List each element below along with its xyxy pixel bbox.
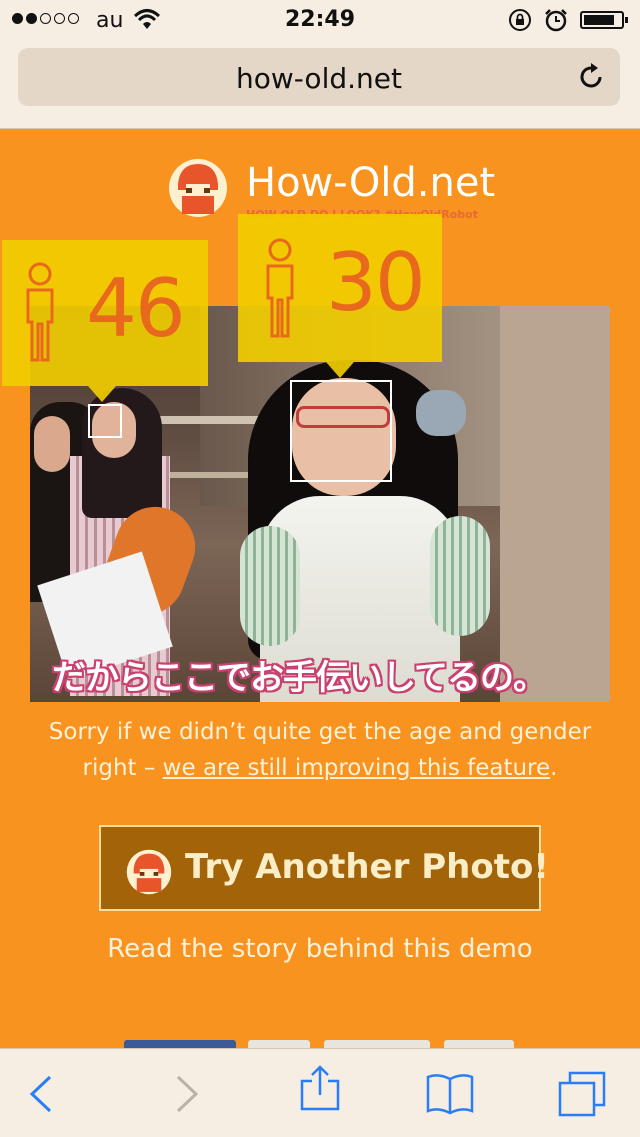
alarm-icon bbox=[545, 9, 567, 32]
browser-toolbar bbox=[0, 1048, 640, 1137]
age-value-1: 46 bbox=[86, 262, 186, 355]
battery-icon bbox=[580, 11, 628, 29]
male-person-icon bbox=[266, 238, 294, 338]
share-icon[interactable] bbox=[294, 1065, 346, 1111]
face-box-1 bbox=[88, 404, 122, 438]
reload-icon[interactable] bbox=[576, 62, 606, 92]
face-box-2 bbox=[290, 380, 392, 482]
status-bar: au 22:49 bbox=[0, 0, 640, 40]
age-bubble-1: 46 bbox=[2, 240, 208, 402]
address-bar[interactable]: how-old.net bbox=[18, 48, 620, 106]
accuracy-notice: Sorry if we didn’t quite get the age and… bbox=[40, 714, 600, 786]
robot-logo-icon bbox=[169, 159, 227, 217]
forward-icon[interactable] bbox=[158, 1071, 210, 1117]
try-another-photo-button[interactable]: Try Another Photo! bbox=[99, 825, 549, 911]
tabs-icon[interactable] bbox=[556, 1071, 608, 1117]
notice-suffix: . bbox=[550, 755, 558, 781]
back-icon[interactable] bbox=[18, 1071, 70, 1117]
read-story-link[interactable]: Read the story behind this demo bbox=[0, 934, 640, 964]
bookmarks-icon[interactable] bbox=[424, 1071, 476, 1117]
browser-address-area: how-old.net bbox=[0, 40, 640, 129]
age-bubble-2: 30 bbox=[238, 214, 442, 378]
improving-feature-link[interactable]: we are still improving this feature bbox=[163, 755, 551, 781]
photo-caption: だからここでお手伝いしてるの。 bbox=[52, 658, 547, 698]
rotation-lock-icon bbox=[509, 9, 531, 31]
brand-title: How-Old.net bbox=[246, 160, 496, 206]
try-another-photo-label: Try Another Photo! bbox=[185, 847, 549, 887]
male-person-icon bbox=[26, 262, 54, 362]
robot-logo-icon bbox=[126, 849, 172, 895]
age-value-2: 30 bbox=[326, 236, 426, 329]
url-text: how-old.net bbox=[236, 62, 402, 95]
